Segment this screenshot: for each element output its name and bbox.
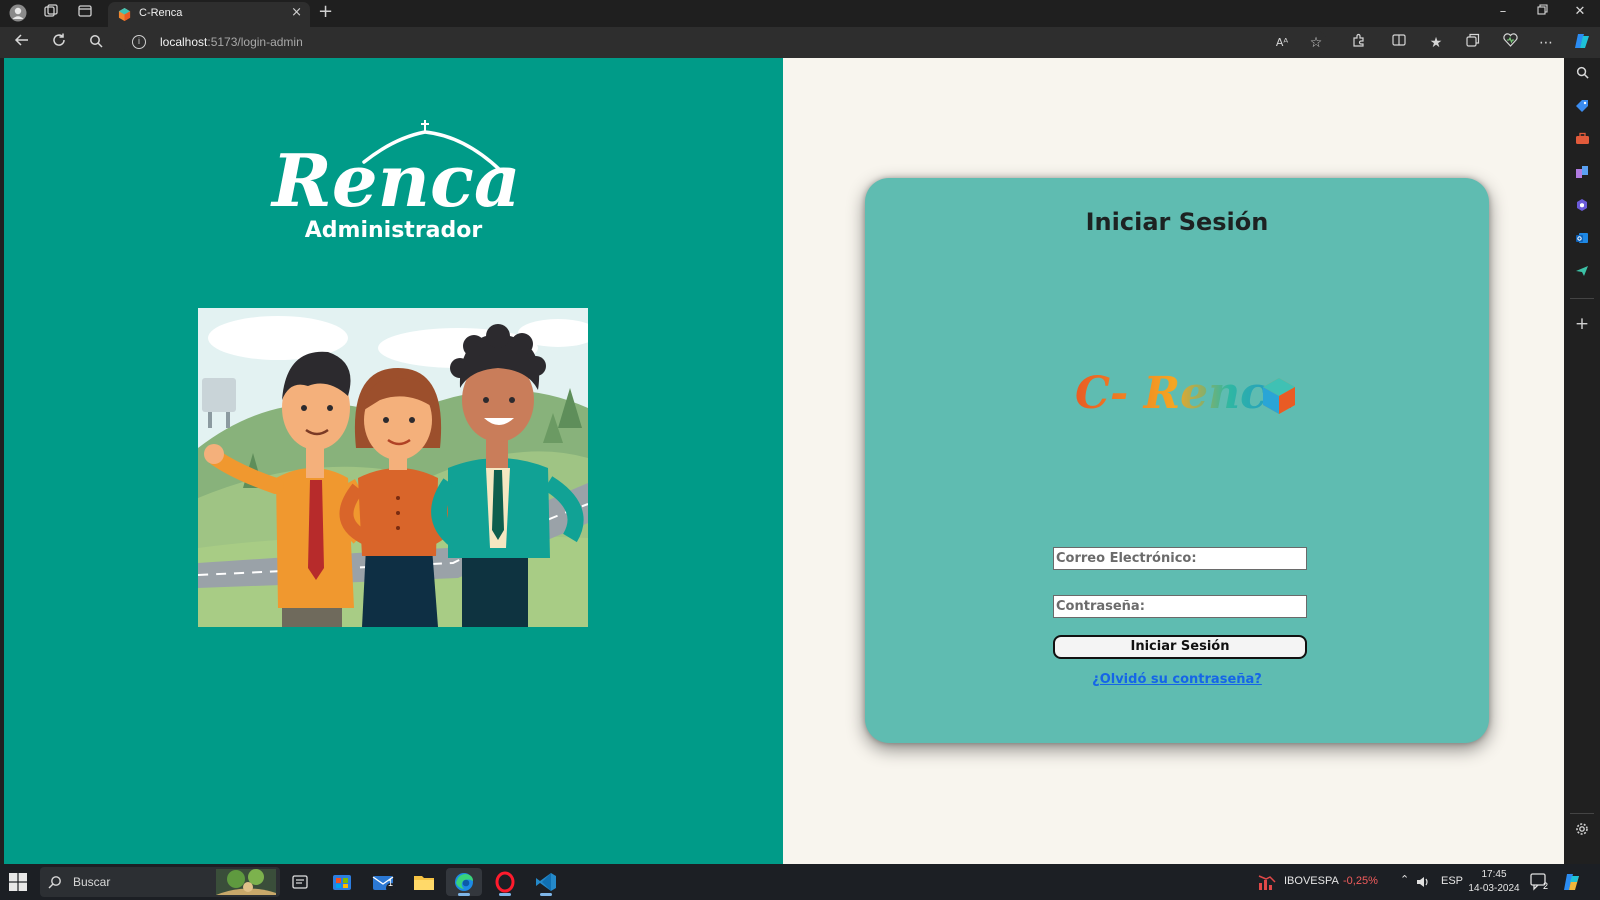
brand-panel: Renca Administrador [4, 58, 783, 864]
logo-text: C- Renca [1075, 368, 1295, 419]
games-icon[interactable] [1572, 165, 1592, 185]
windows-taskbar: Buscar 1 IBOVESPA -0,25% ⌃ ESP 17:45 14-… [0, 864, 1600, 900]
login-title: Iniciar Sesión [1085, 208, 1269, 236]
close-window-button[interactable]: ✕ [1565, 4, 1595, 19]
vscode-icon[interactable] [528, 868, 564, 896]
browser-title-bar: C-Renca × + – ✕ [0, 0, 1600, 27]
microsoft-store-icon[interactable] [324, 868, 360, 896]
team-illustration [198, 308, 588, 627]
admin-subtitle: Administrador [304, 218, 483, 243]
back-icon[interactable] [11, 32, 33, 54]
sidebar-divider-bottom [1570, 813, 1594, 814]
login-panel: Iniciar Sesión C- Renca Correo Electróni… [783, 58, 1564, 864]
mail-badge: 1 [388, 878, 394, 888]
browser-essentials-icon[interactable] [1499, 32, 1521, 54]
show-hidden-icons-icon[interactable]: ⌃ [1400, 873, 1409, 886]
browser-toolbar: i localhost:5173/login-admin Aᴬ ☆ ★ ⋯ [0, 27, 1600, 58]
c-renca-favicon-icon [118, 8, 131, 21]
tab-close-icon[interactable]: × [291, 5, 302, 20]
clock-date[interactable]: 14-03-2024 [1466, 883, 1522, 894]
minimize-button[interactable]: – [1488, 4, 1518, 19]
mail-icon[interactable]: 1 [365, 868, 401, 896]
ticker-change[interactable]: -0,25% [1343, 875, 1378, 887]
page-viewport: Renca Administrador Iniciar Sesión C- Re… [4, 58, 1564, 864]
opera-running-indicator [499, 893, 511, 896]
favorites-icon[interactable]: ★ [1425, 32, 1447, 54]
collections-icon[interactable] [1462, 32, 1484, 54]
site-info-icon[interactable]: i [132, 35, 146, 49]
restore-button[interactable] [1527, 4, 1557, 19]
taskbar-search[interactable]: Buscar [40, 867, 280, 897]
sidebar-divider [1570, 298, 1594, 299]
task-view-icon[interactable] [282, 868, 318, 896]
renca-logo: Renca [270, 120, 520, 218]
tab-title: C-Renca [139, 7, 183, 19]
refresh-icon[interactable] [48, 32, 70, 54]
edge-active-indicator [458, 893, 470, 896]
favorite-star-icon[interactable]: ☆ [1305, 32, 1327, 54]
sidebar-search-icon[interactable] [1572, 66, 1592, 86]
volume-icon[interactable] [1416, 875, 1430, 889]
c-renca-logo: C- Renca [1075, 368, 1295, 419]
taskbar-search-icon [48, 876, 61, 889]
tab-actions-icon[interactable] [75, 4, 95, 24]
vscode-running-indicator [540, 893, 552, 896]
microsoft-365-icon[interactable] [1572, 198, 1592, 218]
outlook-icon[interactable] [1572, 231, 1592, 251]
login-card: Iniciar Sesión C- Renca Correo Electróni… [865, 178, 1489, 743]
workspaces-icon[interactable] [41, 4, 61, 24]
browser-tab-active[interactable]: C-Renca × [108, 2, 310, 27]
password-field[interactable] [1053, 595, 1307, 618]
clock-time[interactable]: 17:45 [1470, 869, 1518, 880]
login-submit-button[interactable]: Iniciar Sesión [1053, 635, 1307, 659]
opera-icon[interactable] [487, 868, 523, 896]
brand-name: Renca [270, 138, 520, 218]
email-field[interactable] [1053, 547, 1307, 570]
url-host: localhost [160, 35, 208, 49]
drop-icon[interactable] [1572, 264, 1592, 284]
windows-start-icon[interactable] [8, 872, 28, 892]
copilot-taskbar-icon[interactable] [1562, 872, 1582, 892]
sidebar-add-icon[interactable]: + [1572, 314, 1592, 334]
edge-sidebar: + [1564, 58, 1600, 864]
file-explorer-icon[interactable] [406, 868, 442, 896]
sidebar-settings-icon[interactable] [1572, 822, 1592, 842]
edge-browser-icon[interactable] [446, 868, 482, 896]
read-aloud-icon[interactable]: Aᴬ [1271, 32, 1293, 54]
notifications-count: 2 [1543, 881, 1549, 891]
more-options-icon[interactable]: ⋯ [1535, 32, 1557, 54]
taskbar-search-placeholder: Buscar [73, 875, 111, 889]
ticker-name[interactable]: IBOVESPA [1284, 875, 1339, 887]
copilot-icon[interactable] [1571, 32, 1593, 54]
search-icon[interactable] [85, 32, 107, 54]
address-bar[interactable]: i localhost:5173/login-admin [122, 30, 1327, 55]
search-highlight-illustration-icon [216, 869, 276, 895]
language-indicator[interactable]: ESP [1441, 875, 1463, 887]
shopping-tag-icon[interactable] [1572, 99, 1592, 119]
extensions-icon[interactable] [1348, 32, 1370, 54]
stock-down-icon[interactable] [1258, 873, 1276, 891]
profile-icon[interactable] [8, 4, 28, 24]
tools-icon[interactable] [1572, 132, 1592, 152]
new-tab-button[interactable]: + [318, 1, 333, 22]
split-screen-icon[interactable] [1388, 32, 1410, 54]
url-path: :5173/login-admin [207, 35, 303, 49]
url-text[interactable]: localhost:5173/login-admin [160, 35, 303, 49]
forgot-password-link[interactable]: ¿Olvidó su contraseña? [865, 672, 1489, 687]
